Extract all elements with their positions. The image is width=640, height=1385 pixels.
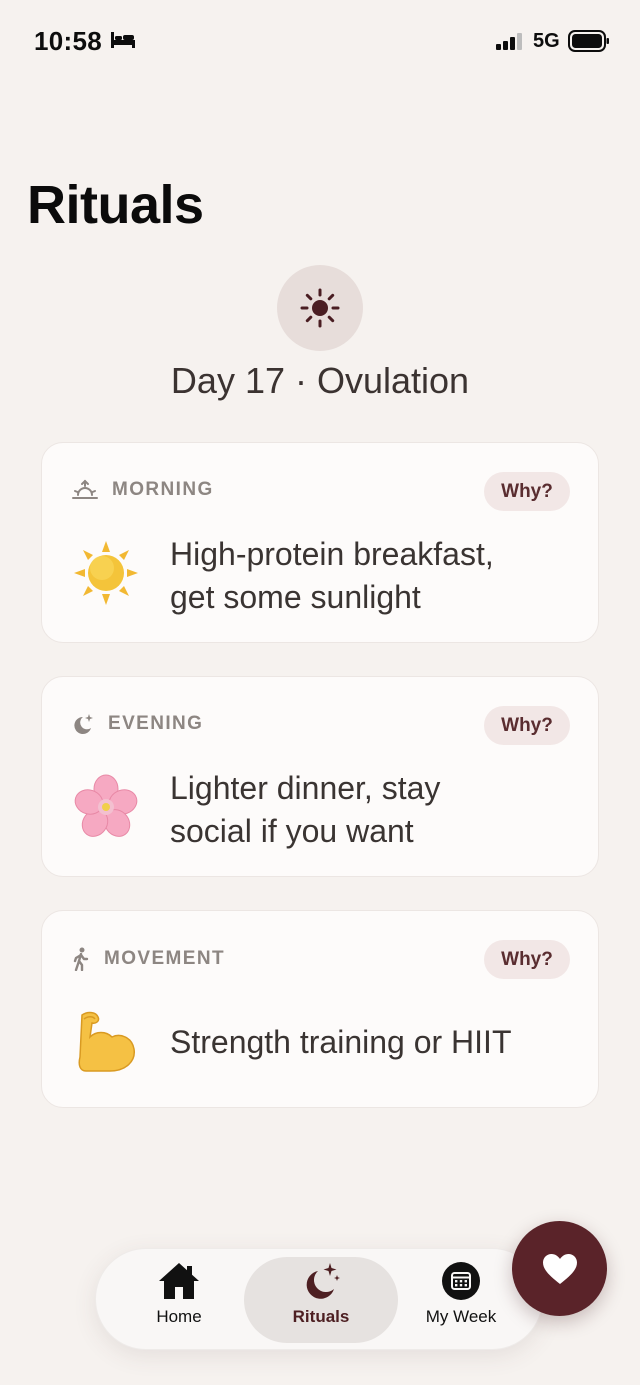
ritual-label: MORNING [112, 479, 214, 500]
tab-my-week[interactable]: My Week [394, 1257, 528, 1343]
calendar-icon [442, 1262, 480, 1300]
why-button[interactable]: Why? [484, 940, 570, 979]
signal-icon [496, 33, 522, 50]
walking-figure-icon [73, 947, 89, 971]
house-icon [159, 1263, 199, 1299]
sun-emoji-icon [74, 541, 138, 605]
why-button[interactable]: Why? [484, 472, 570, 511]
bed-icon [111, 32, 135, 48]
network-label: 5G [533, 30, 560, 52]
sunrise-icon [72, 479, 98, 499]
status-time: 10:58 [34, 26, 102, 56]
sun-icon [300, 288, 340, 328]
phase-icon-badge [277, 265, 363, 351]
ritual-text: Lighter dinner, stay social if you want [170, 770, 441, 849]
why-button[interactable]: Why? [484, 706, 570, 745]
ritual-label: MOVEMENT [104, 948, 225, 969]
heart-icon [542, 1253, 577, 1284]
page-title: Rituals [27, 175, 204, 235]
ritual-card-movement: MOVEMENT Why? Strength training or HIIT [41, 910, 599, 1108]
tab-label: Home [156, 1307, 202, 1326]
battery-icon [568, 30, 609, 52]
tab-bar: Home Rituals My Week [95, 1248, 543, 1350]
tab-rituals[interactable]: Rituals [244, 1257, 398, 1343]
ritual-text: Strength training or HIIT [170, 1024, 512, 1060]
tab-label: My Week [425, 1307, 497, 1326]
status-bar: 10:58 5G [0, 0, 640, 84]
tab-home[interactable]: Home [112, 1257, 246, 1343]
moon-stars-icon [74, 714, 93, 734]
ritual-label: EVENING [108, 713, 204, 734]
cherry-blossom-icon [74, 774, 138, 837]
flexed-biceps-icon [78, 1011, 135, 1072]
ritual-card-morning: MORNING Why? High-protein breakfast, get… [41, 442, 599, 643]
tab-label: Rituals [292, 1307, 350, 1326]
ritual-text: High-protein breakfast, get some sunligh… [170, 536, 494, 615]
favorite-fab-button[interactable] [512, 1221, 607, 1316]
phase-title: Day 17 · Ovulation [170, 360, 470, 401]
ritual-card-evening: EVENING Why? Lighter dinner, stay social… [41, 676, 599, 877]
moon-stars-icon [306, 1263, 340, 1299]
